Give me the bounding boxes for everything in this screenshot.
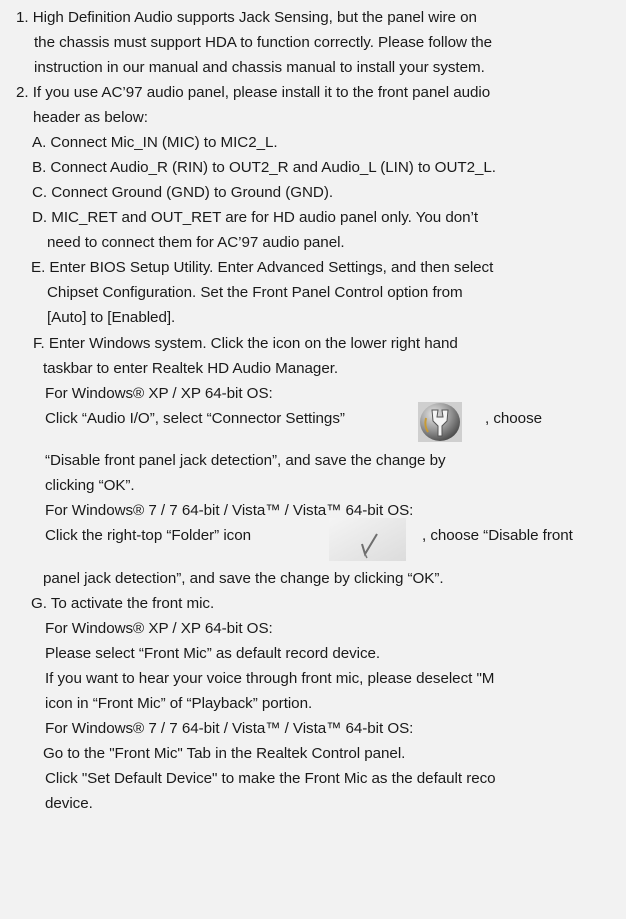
connector-settings-wrench-icon: [418, 402, 462, 442]
folder-check-icon: [329, 518, 406, 561]
step-g-xp-line-3: icon in “Front Mic” of “Playback” portio…: [45, 695, 313, 712]
step-f-line-2: taskbar to enter Realtek HD Audio Manage…: [43, 360, 339, 377]
step-c: C. Connect Ground (GND) to Ground (GND).: [32, 184, 334, 201]
step-g-xp-line-1: Please select “Front Mic” as default rec…: [45, 645, 381, 662]
step-f-win7-line-1b: , choose “Disable front: [422, 527, 573, 544]
item-1-line-3: instruction in our manual and chassis ma…: [34, 59, 485, 76]
item-1-line-1: 1. High Definition Audio supports Jack S…: [16, 9, 477, 26]
step-g-xp-line-2: If you want to hear your voice through f…: [45, 670, 495, 687]
step-g-xp-heading: For Windows® XP / XP 64-bit OS:: [45, 620, 273, 637]
item-2-line-2: header as below:: [33, 109, 148, 126]
step-f-win7-line-1a: Click the right-top “Folder” icon: [45, 527, 251, 544]
step-g-win7-line-3: device.: [45, 795, 93, 812]
step-g-heading: G. To activate the front mic.: [31, 595, 215, 612]
step-f-xp-line-1a: Click “Audio I/O”, select “Connector Set…: [45, 410, 345, 427]
step-f-xp-heading: For Windows® XP / XP 64-bit OS:: [45, 385, 273, 402]
step-d-line-2: need to connect them for AC’97 audio pan…: [47, 234, 345, 251]
step-b: B. Connect Audio_R (RIN) to OUT2_R and A…: [32, 159, 496, 176]
step-g-win7-heading: For Windows® 7 / 7 64-bit / Vista™ / Vis…: [45, 720, 414, 737]
manual-page: 1. High Definition Audio supports Jack S…: [0, 0, 626, 919]
step-f-line-1: F. Enter Windows system. Click the icon …: [33, 335, 458, 352]
step-e-line-3: [Auto] to [Enabled].: [47, 309, 176, 326]
step-f-xp-line-3: clicking “OK”.: [45, 477, 135, 494]
item-1-line-2: the chassis must support HDA to function…: [34, 34, 493, 51]
step-g-win7-line-2: Click "Set Default Device" to make the F…: [45, 770, 496, 787]
step-e-line-2: Chipset Configuration. Set the Front Pan…: [47, 284, 463, 301]
step-a: A. Connect Mic_IN (MIC) to MIC2_L.: [32, 134, 278, 151]
step-e-line-1: E. Enter BIOS Setup Utility. Enter Advan…: [31, 259, 494, 276]
step-d-line-1: D. MIC_RET and OUT_RET are for HD audio …: [32, 209, 479, 226]
step-f-xp-line-1b: , choose: [485, 410, 543, 427]
step-f-win7-line-2: panel jack detection”, and save the chan…: [43, 570, 444, 587]
step-f-xp-line-2: “Disable front panel jack detection”, an…: [45, 452, 446, 469]
item-2-line-1: 2. If you use AC’97 audio panel, please …: [16, 84, 491, 101]
step-g-win7-line-1: Go to the "Front Mic" Tab in the Realtek…: [43, 745, 406, 762]
